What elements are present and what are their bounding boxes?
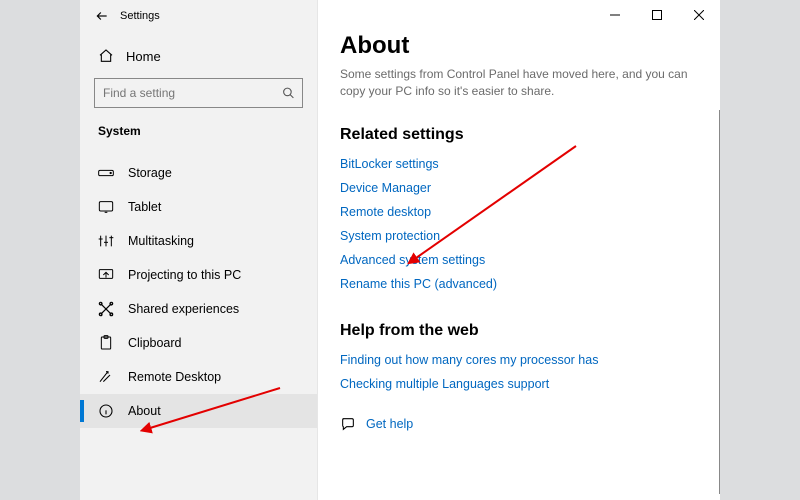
search-input[interactable] bbox=[94, 78, 303, 108]
home-item[interactable]: Home bbox=[80, 38, 317, 74]
page-title: About bbox=[340, 32, 698, 60]
get-help-row[interactable]: Get help bbox=[340, 416, 698, 432]
search-box[interactable] bbox=[94, 78, 303, 108]
content: About Some settings from Control Panel h… bbox=[318, 0, 720, 500]
nav-label: Storage bbox=[128, 166, 172, 180]
search-icon bbox=[282, 87, 295, 100]
remote-icon bbox=[98, 369, 114, 385]
link-advanced-system[interactable]: Advanced system settings bbox=[340, 248, 698, 272]
sidebar: Settings Home System Storage Tablet bbox=[80, 0, 318, 500]
nav-label: Tablet bbox=[128, 200, 161, 214]
tablet-icon bbox=[98, 199, 114, 215]
link-help-cores[interactable]: Finding out how many cores my processor … bbox=[340, 348, 698, 372]
home-label: Home bbox=[126, 49, 161, 64]
clipboard-icon bbox=[98, 335, 114, 351]
nav-item-storage[interactable]: Storage bbox=[80, 156, 317, 190]
nav-item-remote[interactable]: Remote Desktop bbox=[80, 360, 317, 394]
titlebar: Settings bbox=[80, 0, 317, 32]
shared-icon bbox=[98, 301, 114, 317]
settings-window: Settings Home System Storage Tablet bbox=[80, 0, 720, 500]
link-system-protection[interactable]: System protection bbox=[340, 224, 698, 248]
nav-item-multitasking[interactable]: Multitasking bbox=[80, 224, 317, 258]
nav-label: Projecting to this PC bbox=[128, 268, 241, 282]
nav-label: Shared experiences bbox=[128, 302, 239, 316]
nav-item-clipboard[interactable]: Clipboard bbox=[80, 326, 317, 360]
nav-item-projecting[interactable]: Projecting to this PC bbox=[80, 258, 317, 292]
link-bitlocker[interactable]: BitLocker settings bbox=[340, 152, 698, 176]
page-description: Some settings from Control Panel have mo… bbox=[340, 66, 698, 100]
related-links: BitLocker settings Device Manager Remote… bbox=[340, 152, 698, 296]
nav-item-shared[interactable]: Shared experiences bbox=[80, 292, 317, 326]
nav-label: Clipboard bbox=[128, 336, 182, 350]
related-heading: Related settings bbox=[340, 126, 698, 144]
get-help-label: Get help bbox=[366, 417, 413, 431]
home-icon bbox=[98, 48, 114, 64]
nav-label: About bbox=[128, 404, 161, 418]
nav-label: Multitasking bbox=[128, 234, 194, 248]
help-links: Finding out how many cores my processor … bbox=[340, 348, 698, 396]
window-title: Settings bbox=[120, 10, 160, 22]
nav-group-label: System bbox=[80, 118, 317, 144]
nav-label: Remote Desktop bbox=[128, 370, 221, 384]
chat-icon bbox=[340, 416, 356, 432]
nav-item-tablet[interactable]: Tablet bbox=[80, 190, 317, 224]
help-heading: Help from the web bbox=[340, 322, 698, 340]
link-remote-desktop[interactable]: Remote desktop bbox=[340, 200, 698, 224]
storage-icon bbox=[98, 165, 114, 181]
back-button[interactable] bbox=[88, 2, 116, 30]
multitasking-icon bbox=[98, 233, 114, 249]
projecting-icon bbox=[98, 267, 114, 283]
about-icon bbox=[98, 403, 114, 419]
main-pane: About Some settings from Control Panel h… bbox=[318, 0, 720, 500]
link-rename-pc[interactable]: Rename this PC (advanced) bbox=[340, 272, 698, 296]
nav-list: Storage Tablet Multitasking Projecting t… bbox=[80, 156, 317, 428]
link-help-languages[interactable]: Checking multiple Languages support bbox=[340, 372, 698, 396]
link-device-manager[interactable]: Device Manager bbox=[340, 176, 698, 200]
nav-item-about[interactable]: About bbox=[80, 394, 317, 428]
scrollbar[interactable] bbox=[719, 110, 720, 494]
